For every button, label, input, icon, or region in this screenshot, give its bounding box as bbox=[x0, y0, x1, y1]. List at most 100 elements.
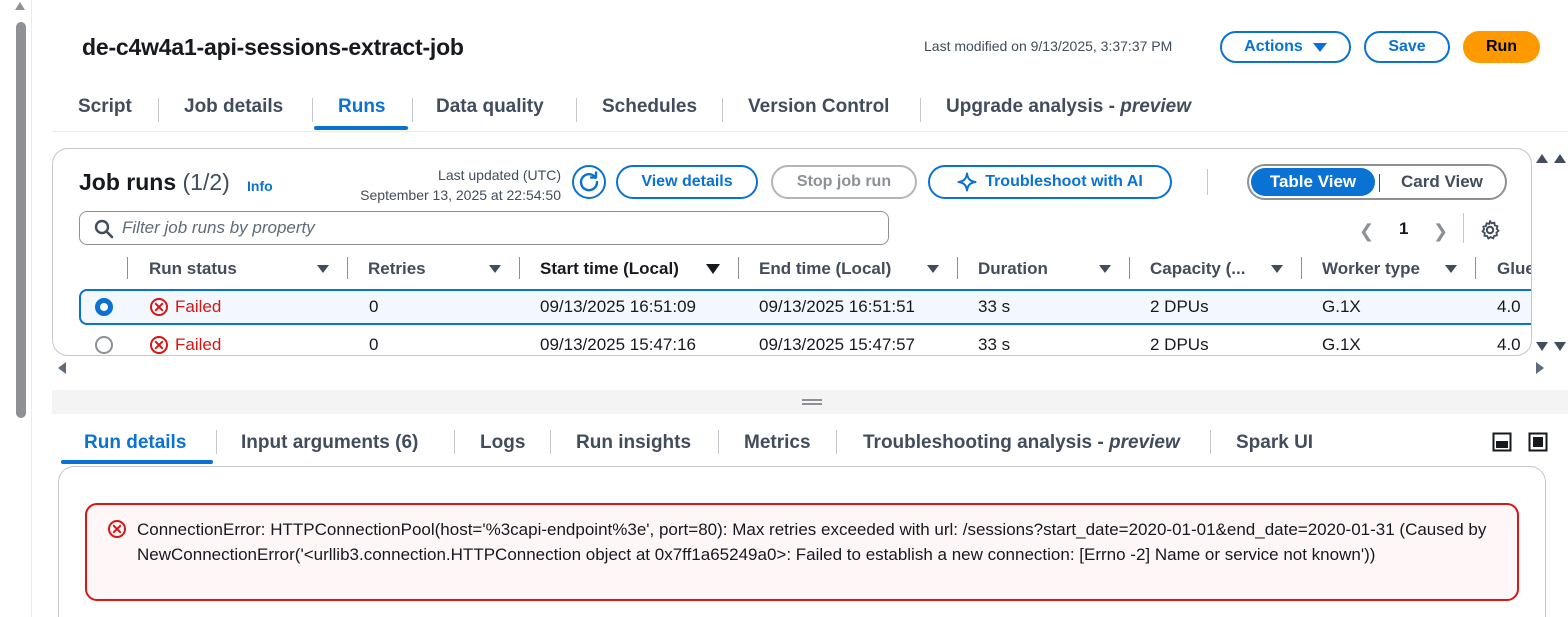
refresh-button[interactable] bbox=[572, 165, 606, 199]
tab-upgrade-analysis[interactable]: Upgrade analysis - preview bbox=[946, 96, 1191, 118]
troubleshoot-ai-button[interactable]: Troubleshoot with AI bbox=[928, 165, 1172, 199]
column-end-time[interactable]: End time (Local) bbox=[759, 259, 891, 279]
column-run-status[interactable]: Run status bbox=[149, 259, 237, 279]
last-updated: Last updated (UTC) September 13, 2025 at… bbox=[323, 165, 561, 205]
status-text: Failed bbox=[175, 297, 222, 316]
run-detail-tabs: Run details Input arguments (6) Logs Run… bbox=[52, 414, 1568, 468]
table-scroll-up-icon[interactable] bbox=[1554, 154, 1566, 163]
tab-troubleshooting-label: Troubleshooting analysis - bbox=[863, 432, 1109, 453]
view-toggle: Table View Card View bbox=[1247, 164, 1507, 200]
column-divider bbox=[957, 257, 958, 279]
cell-capacity: 2 DPUs bbox=[1150, 297, 1209, 316]
status-badge: Failed bbox=[149, 335, 221, 355]
column-retries[interactable]: Retries bbox=[368, 259, 426, 279]
sort-icon[interactable] bbox=[317, 265, 329, 273]
gear-icon[interactable] bbox=[1479, 219, 1501, 241]
save-label: Save bbox=[1388, 38, 1426, 55]
split-panel-bottom-icon[interactable] bbox=[1492, 432, 1512, 452]
view-details-button[interactable]: View details bbox=[616, 165, 758, 199]
caret-down-icon bbox=[1312, 42, 1327, 52]
error-icon bbox=[108, 520, 126, 538]
cell-end-time: 09/13/2025 15:47:57 bbox=[759, 335, 915, 354]
split-panel-side-icon[interactable] bbox=[1528, 432, 1548, 452]
pager-divider bbox=[1463, 213, 1464, 243]
last-updated-value: September 13, 2025 at 22:54:50 bbox=[360, 187, 561, 203]
tab-troubleshooting-analysis[interactable]: Troubleshooting analysis - preview bbox=[863, 432, 1180, 454]
column-divider bbox=[1301, 257, 1302, 279]
tab-metrics[interactable]: Metrics bbox=[744, 432, 811, 454]
scroll-left-icon[interactable] bbox=[58, 362, 66, 374]
cell-retries: 0 bbox=[369, 335, 379, 354]
row-radio[interactable] bbox=[95, 298, 113, 316]
card-view-toggle[interactable]: Card View bbox=[1401, 172, 1483, 192]
prev-page-icon[interactable]: ❮ bbox=[1359, 221, 1374, 242]
tab-spark-ui[interactable]: Spark UI bbox=[1236, 432, 1313, 454]
table-view-toggle[interactable]: Table View bbox=[1251, 168, 1375, 196]
column-glue[interactable]: Glue bbox=[1497, 259, 1531, 279]
active-tab-indicator bbox=[314, 126, 408, 130]
save-button[interactable]: Save bbox=[1364, 31, 1450, 63]
table-row[interactable]: Failed 0 09/13/2025 15:47:16 09/13/2025 … bbox=[79, 327, 1531, 355]
column-divider bbox=[1129, 257, 1130, 279]
error-message: ConnectionError: HTTPConnectionPool(host… bbox=[137, 520, 1487, 564]
filter-box bbox=[79, 211, 889, 245]
tab-runs[interactable]: Runs bbox=[338, 96, 386, 118]
view-details-label: View details bbox=[641, 173, 733, 190]
table-scroll-up-icon[interactable] bbox=[1536, 154, 1548, 163]
cell-glue-version: 4.0 bbox=[1497, 297, 1521, 316]
sort-icon[interactable] bbox=[1445, 265, 1457, 273]
tab-run-insights[interactable]: Run insights bbox=[576, 432, 691, 454]
column-divider bbox=[738, 257, 739, 279]
cell-start-time: 09/13/2025 15:47:16 bbox=[540, 335, 696, 354]
sort-icon[interactable] bbox=[1271, 265, 1283, 273]
scrollbar-thumb[interactable] bbox=[16, 22, 26, 418]
tab-input-arguments[interactable]: Input arguments (6) bbox=[241, 432, 418, 454]
tab-run-details[interactable]: Run details bbox=[84, 432, 186, 454]
panel-resize-handle[interactable] bbox=[52, 390, 1568, 414]
sort-icon[interactable] bbox=[489, 265, 501, 273]
actions-button[interactable]: Actions bbox=[1220, 31, 1351, 63]
row-radio[interactable] bbox=[95, 336, 113, 354]
column-start-time[interactable]: Start time (Local) bbox=[540, 259, 679, 279]
sort-descending-icon[interactable] bbox=[706, 264, 720, 274]
cell-duration: 33 s bbox=[978, 297, 1011, 316]
column-divider bbox=[127, 257, 128, 279]
page-number[interactable]: 1 bbox=[1399, 219, 1408, 239]
job-editor: de-c4w4a1-api-sessions-extract-job Last … bbox=[52, 0, 1568, 617]
stop-job-run-button[interactable]: Stop job run bbox=[771, 165, 917, 199]
tab-script[interactable]: Script bbox=[78, 96, 132, 118]
next-page-icon[interactable]: ❯ bbox=[1433, 221, 1448, 242]
tab-logs[interactable]: Logs bbox=[480, 432, 525, 454]
column-capacity[interactable]: Capacity (... bbox=[1150, 259, 1245, 279]
tab-data-quality[interactable]: Data quality bbox=[436, 96, 544, 118]
table-header: Run status Retries Start time (Local) En… bbox=[53, 253, 1531, 285]
column-divider bbox=[519, 257, 520, 279]
table-row[interactable]: Failed 0 09/13/2025 16:51:09 09/13/2025 … bbox=[79, 289, 1531, 325]
toggle-divider bbox=[1379, 174, 1380, 192]
scroll-up-arrow[interactable] bbox=[15, 2, 25, 10]
sort-icon[interactable] bbox=[1099, 265, 1111, 273]
table-scroll-down-icon[interactable] bbox=[1536, 342, 1548, 351]
run-button[interactable]: Run bbox=[1463, 31, 1540, 63]
tab-schedules[interactable]: Schedules bbox=[602, 96, 697, 118]
tab-divider bbox=[576, 98, 577, 122]
tab-divider bbox=[216, 430, 217, 454]
cell-retries: 0 bbox=[369, 297, 379, 316]
column-divider bbox=[1475, 257, 1476, 279]
table-scroll-down-icon[interactable] bbox=[1554, 342, 1566, 351]
cell-capacity: 2 DPUs bbox=[1150, 335, 1209, 354]
column-duration[interactable]: Duration bbox=[978, 259, 1048, 279]
tab-divider bbox=[312, 98, 313, 122]
tab-divider bbox=[722, 98, 723, 122]
page-scrollbar[interactable] bbox=[0, 0, 32, 617]
filter-job-runs-input[interactable] bbox=[122, 218, 862, 238]
tab-divider bbox=[454, 430, 455, 454]
info-link[interactable]: Info bbox=[247, 178, 273, 194]
column-worker-type[interactable]: Worker type bbox=[1322, 259, 1420, 279]
sort-icon[interactable] bbox=[927, 265, 939, 273]
tab-job-details[interactable]: Job details bbox=[184, 96, 283, 118]
cell-start-time: 09/13/2025 16:51:09 bbox=[540, 297, 696, 316]
tab-version-control[interactable]: Version Control bbox=[748, 96, 889, 118]
scroll-right-icon[interactable] bbox=[1536, 362, 1544, 374]
status-badge: Failed bbox=[149, 297, 221, 317]
